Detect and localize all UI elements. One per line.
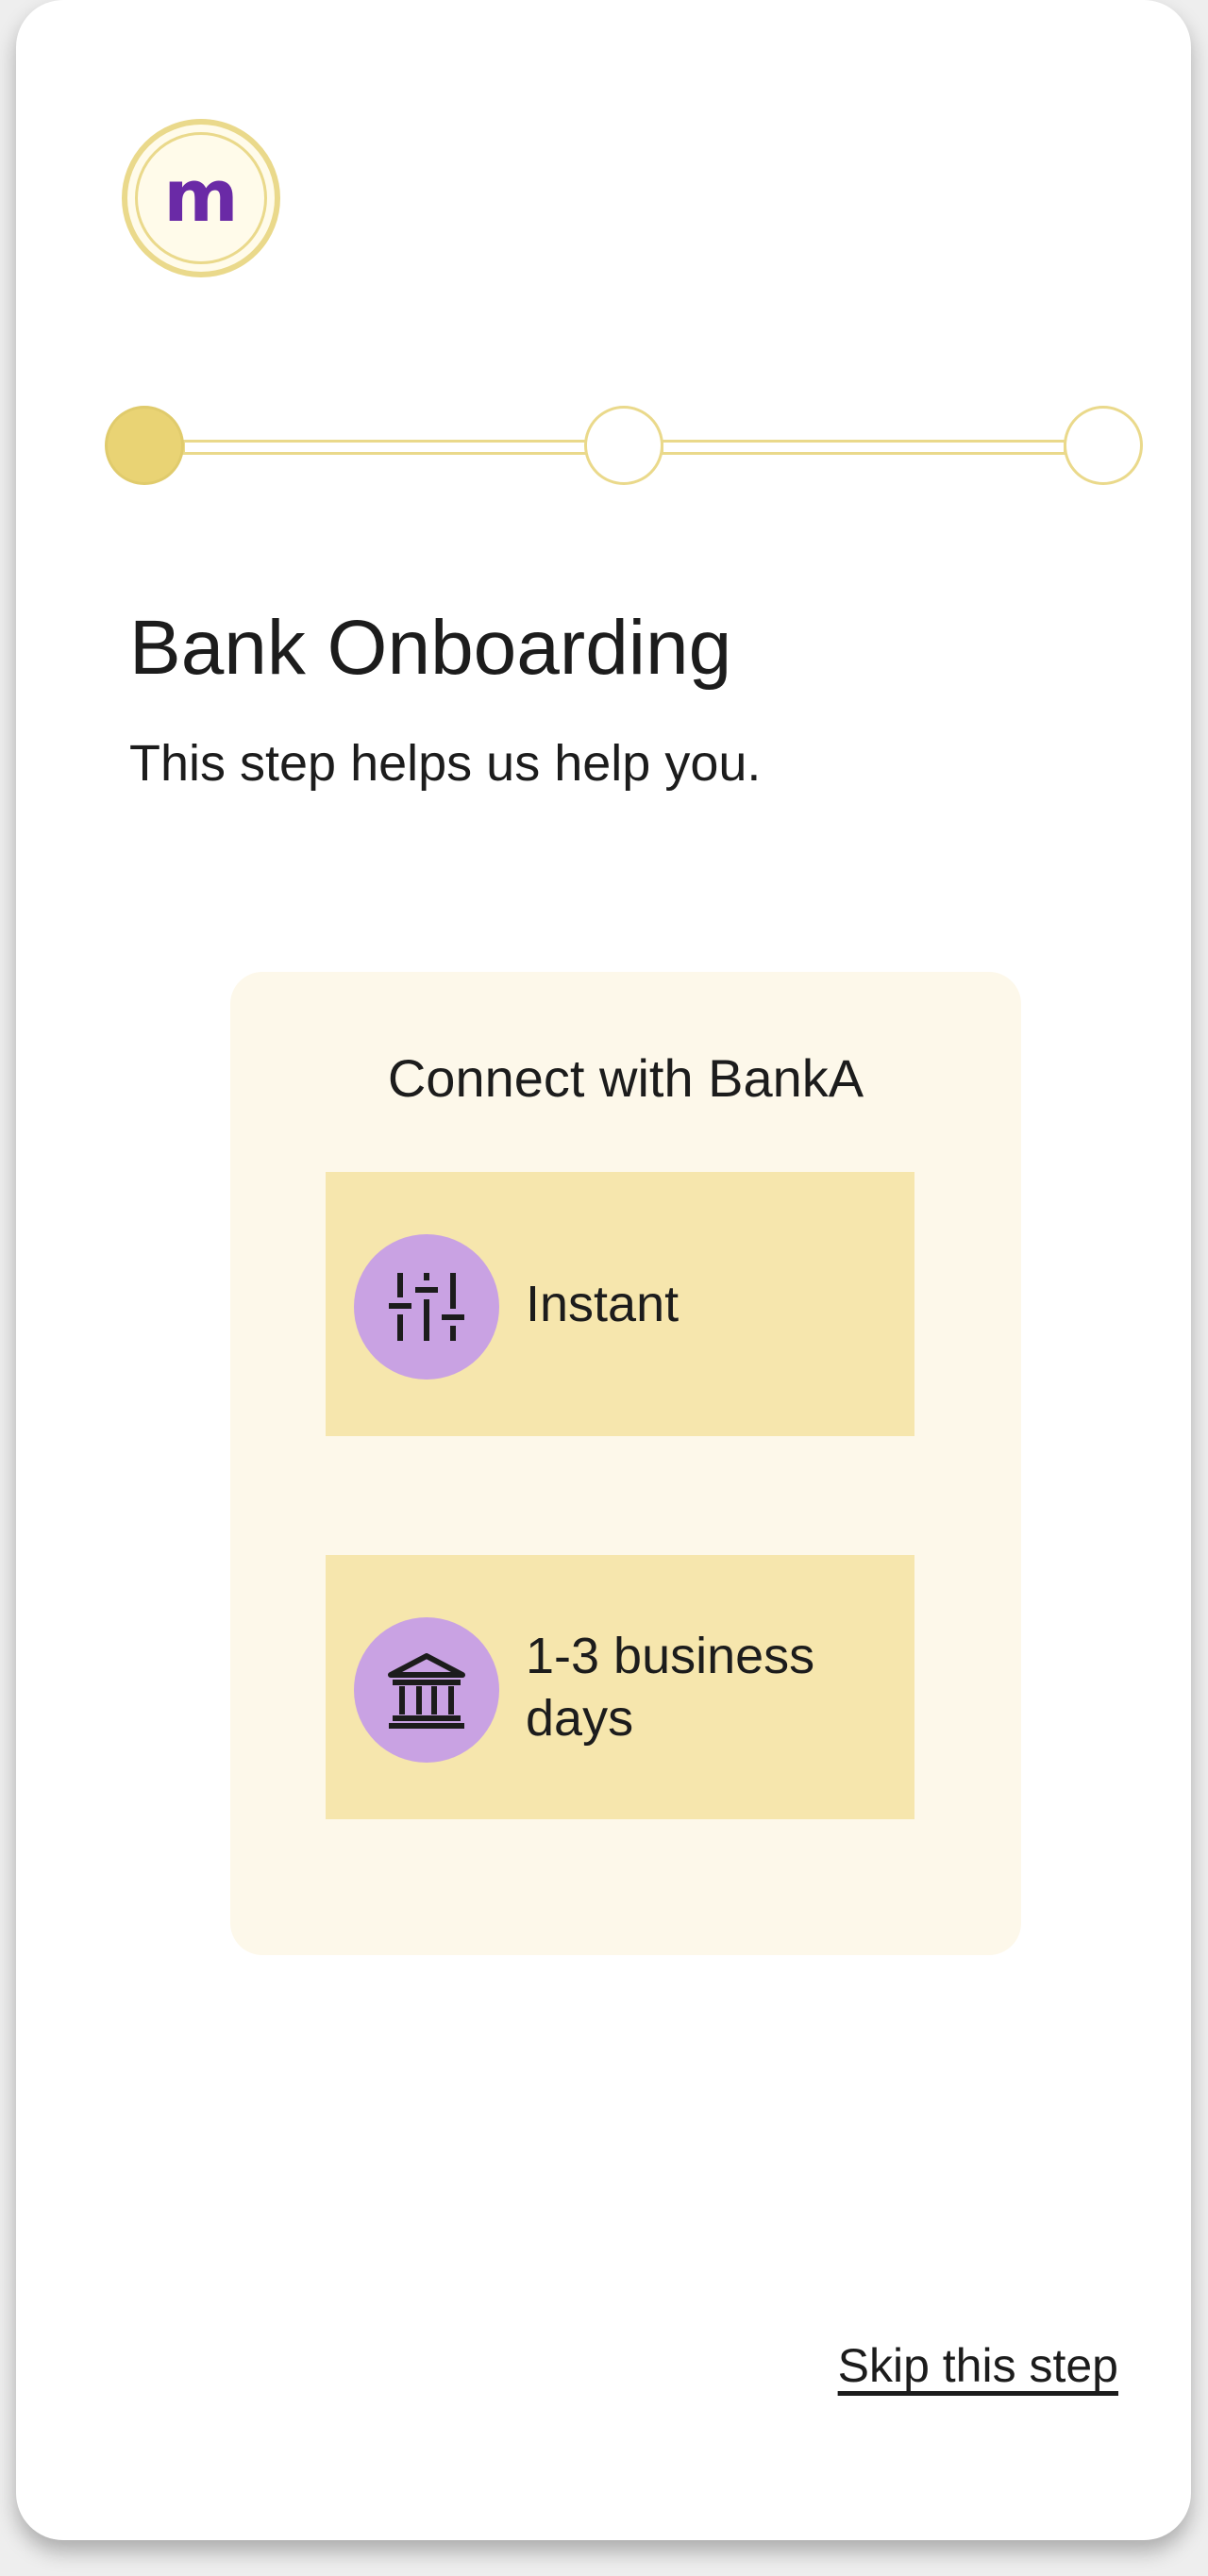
phone-screen: m Bank Onboarding This step helps us hel… <box>16 0 1191 2540</box>
sliders-icon <box>354 1234 499 1380</box>
logo-letter: m <box>163 154 239 238</box>
page-title: Bank Onboarding <box>129 605 732 691</box>
progress-stepper <box>16 406 1191 489</box>
connect-bank-card: Connect with BankA Instant 1-3 business … <box>230 972 1021 1955</box>
instant-option-button[interactable]: Instant <box>326 1172 914 1436</box>
instant-option-label: Instant <box>526 1276 680 1332</box>
skip-step-link[interactable]: Skip this step <box>838 2338 1118 2393</box>
bank-icon <box>354 1617 499 1763</box>
stepper-connector <box>661 440 1066 455</box>
business-days-option-button[interactable]: 1-3 business days <box>326 1555 914 1819</box>
stepper-connector <box>182 440 588 455</box>
app-logo: m <box>122 119 280 277</box>
step-1-indicator-active <box>105 406 184 485</box>
card-title: Connect with BankA <box>387 1048 864 1108</box>
step-2-indicator <box>584 406 663 485</box>
business-days-option-label: 1-3 business days <box>526 1628 815 1747</box>
step-3-indicator <box>1064 406 1143 485</box>
page-subtitle: This step helps us help you. <box>129 735 762 792</box>
